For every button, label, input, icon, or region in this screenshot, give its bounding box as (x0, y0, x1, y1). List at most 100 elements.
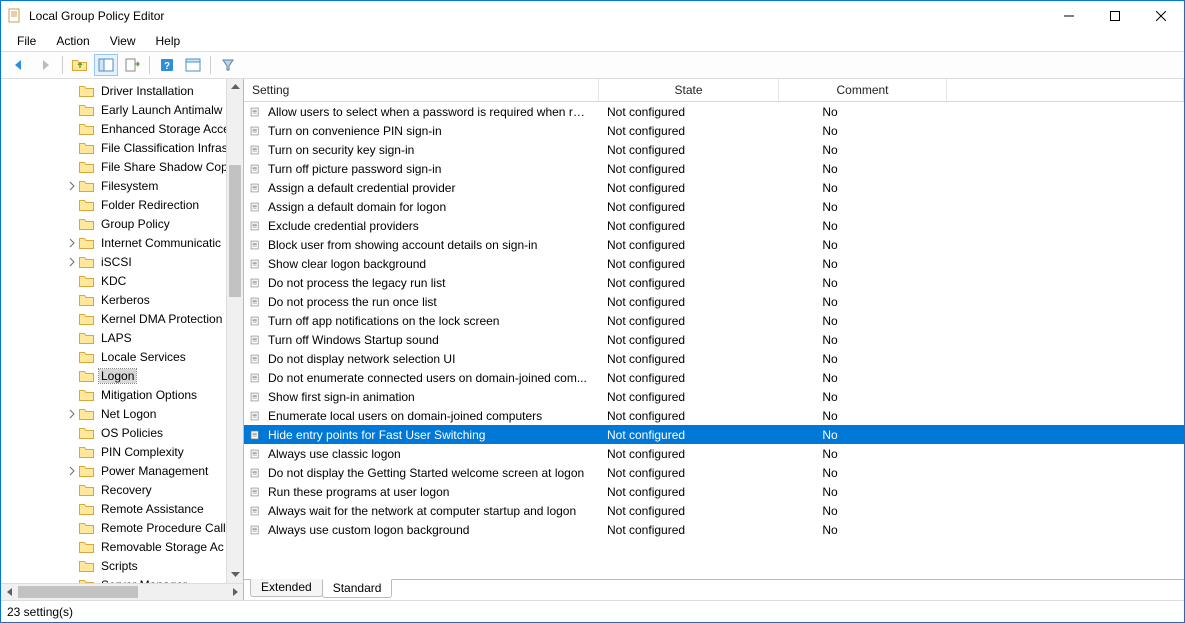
column-header-state[interactable]: State (599, 79, 779, 101)
tree-item[interactable]: Early Launch Antimalw (1, 100, 243, 119)
tree-item[interactable]: Mitigation Options (1, 385, 243, 404)
minimize-button[interactable] (1046, 1, 1092, 31)
toolbar-up-button[interactable] (68, 54, 92, 76)
tree-item-label: Group Policy (99, 217, 172, 231)
column-header-extra[interactable] (947, 79, 1184, 101)
tree-expander[interactable] (65, 236, 79, 250)
setting-name: Turn off Windows Startup sound (268, 333, 599, 347)
menu-action[interactable]: Action (48, 32, 97, 50)
list-row[interactable]: Do not display the Getting Started welco… (244, 463, 1184, 482)
close-button[interactable] (1138, 1, 1184, 31)
policy-setting-icon (250, 105, 260, 119)
toolbar-showhide-button[interactable] (94, 54, 118, 76)
menu-view[interactable]: View (102, 32, 144, 50)
list-row[interactable]: Do not process the legacy run listNot co… (244, 273, 1184, 292)
tree-item-label: Remote Assistance (99, 502, 206, 516)
tree-item[interactable]: Filesystem (1, 176, 243, 195)
tree-item[interactable]: LAPS (1, 328, 243, 347)
list-row[interactable]: Hide entry points for Fast User Switchin… (244, 425, 1184, 444)
list-row[interactable]: Show first sign-in animationNot configur… (244, 387, 1184, 406)
tree-item[interactable]: File Share Shadow Copy (1, 157, 243, 176)
tree-item[interactable]: Kernel DMA Protection (1, 309, 243, 328)
list-row[interactable]: Enumerate local users on domain-joined c… (244, 406, 1184, 425)
list-row[interactable]: Turn on security key sign-inNot configur… (244, 140, 1184, 159)
tree-item[interactable]: Locale Services (1, 347, 243, 366)
statusbar: 23 setting(s) (1, 600, 1184, 622)
setting-comment: No (779, 352, 889, 366)
tree-vertical-scrollbar[interactable] (226, 79, 243, 583)
tree-item[interactable]: Kerberos (1, 290, 243, 309)
tree-item-label: File Classification Infras (99, 141, 230, 155)
toolbar-help-button[interactable]: ? (155, 54, 179, 76)
list-row[interactable]: Assign a default credential providerNot … (244, 178, 1184, 197)
list-row[interactable]: Exclude credential providersNot configur… (244, 216, 1184, 235)
list-row[interactable]: Turn off picture password sign-inNot con… (244, 159, 1184, 178)
tree-vscroll-thumb[interactable] (229, 165, 241, 297)
folder-icon (79, 502, 95, 516)
tree-item[interactable]: File Classification Infras (1, 138, 243, 157)
tree-item[interactable]: Removable Storage Ac (1, 537, 243, 556)
list-row[interactable]: Turn off Windows Startup soundNot config… (244, 330, 1184, 349)
tree-item[interactable]: Remote Assistance (1, 499, 243, 518)
list-row[interactable]: Allow users to select when a password is… (244, 102, 1184, 121)
toolbar-properties-button[interactable] (181, 54, 205, 76)
list-row[interactable]: Show clear logon backgroundNot configure… (244, 254, 1184, 273)
tree-item[interactable]: KDC (1, 271, 243, 290)
tree-hscroll-thumb[interactable] (18, 586, 138, 598)
tree-item[interactable]: Net Logon (1, 404, 243, 423)
list-row[interactable]: Turn on convenience PIN sign-inNot confi… (244, 121, 1184, 140)
tree-item[interactable]: Logon (1, 366, 243, 385)
list-row[interactable]: Always use classic logonNot configuredNo (244, 444, 1184, 463)
menu-file[interactable]: File (9, 32, 44, 50)
list-row[interactable]: Always wait for the network at computer … (244, 501, 1184, 520)
tree-item-label: Folder Redirection (99, 198, 201, 212)
menu-help[interactable]: Help (148, 32, 189, 50)
tree-item[interactable]: Recovery (1, 480, 243, 499)
tree-item[interactable]: Driver Installation (1, 81, 243, 100)
list-row[interactable]: Run these programs at user logonNot conf… (244, 482, 1184, 501)
toolbar-filter-button[interactable] (216, 54, 240, 76)
policy-setting-icon (250, 333, 260, 347)
list-row[interactable]: Always use custom logon backgroundNot co… (244, 520, 1184, 539)
list-row[interactable]: Do not enumerate connected users on doma… (244, 368, 1184, 387)
folder-icon (79, 236, 95, 250)
tree-item-label: Locale Services (99, 350, 188, 364)
tree-expander[interactable] (65, 464, 79, 478)
setting-name: Show first sign-in animation (268, 390, 599, 404)
tree-item[interactable]: Power Management (1, 461, 243, 480)
tree-item[interactable]: Group Policy (1, 214, 243, 233)
tree-item[interactable]: OS Policies (1, 423, 243, 442)
list-row[interactable]: Block user from showing account details … (244, 235, 1184, 254)
setting-comment: No (779, 523, 889, 537)
list-row[interactable]: Do not display network selection UINot c… (244, 349, 1184, 368)
toolbar-forward-button[interactable] (33, 54, 57, 76)
tree-item[interactable]: Enhanced Storage Acce (1, 119, 243, 138)
column-header-setting[interactable]: Setting (244, 79, 599, 101)
tree-expander[interactable] (65, 255, 79, 269)
tree-item[interactable]: iSCSI (1, 252, 243, 271)
tree-expander[interactable] (65, 179, 79, 193)
folder-icon (79, 293, 95, 307)
column-header-comment[interactable]: Comment (779, 79, 947, 101)
toolbar-back-button[interactable] (7, 54, 31, 76)
setting-name: Always use custom logon background (268, 523, 599, 537)
list-row[interactable]: Do not process the run once listNot conf… (244, 292, 1184, 311)
tree-item[interactable]: PIN Complexity (1, 442, 243, 461)
tree-expander (65, 312, 79, 326)
tree-item[interactable]: Folder Redirection (1, 195, 243, 214)
tree-item[interactable]: Internet Communicatic (1, 233, 243, 252)
tree-expander[interactable] (65, 407, 79, 421)
policy-setting-icon (250, 428, 260, 442)
tree-item[interactable]: Server Manager (1, 575, 243, 583)
maximize-button[interactable] (1092, 1, 1138, 31)
tab-extended[interactable]: Extended (250, 579, 323, 597)
list-row[interactable]: Turn off app notifications on the lock s… (244, 311, 1184, 330)
tree-item[interactable]: Remote Procedure Call (1, 518, 243, 537)
tree-item[interactable]: Scripts (1, 556, 243, 575)
policy-icon-cell (244, 485, 268, 499)
tab-standard[interactable]: Standard (322, 579, 393, 598)
tree-horizontal-scrollbar[interactable] (1, 583, 243, 600)
toolbar: ? (1, 51, 1184, 79)
toolbar-export-button[interactable] (120, 54, 144, 76)
list-row[interactable]: Assign a default domain for logonNot con… (244, 197, 1184, 216)
